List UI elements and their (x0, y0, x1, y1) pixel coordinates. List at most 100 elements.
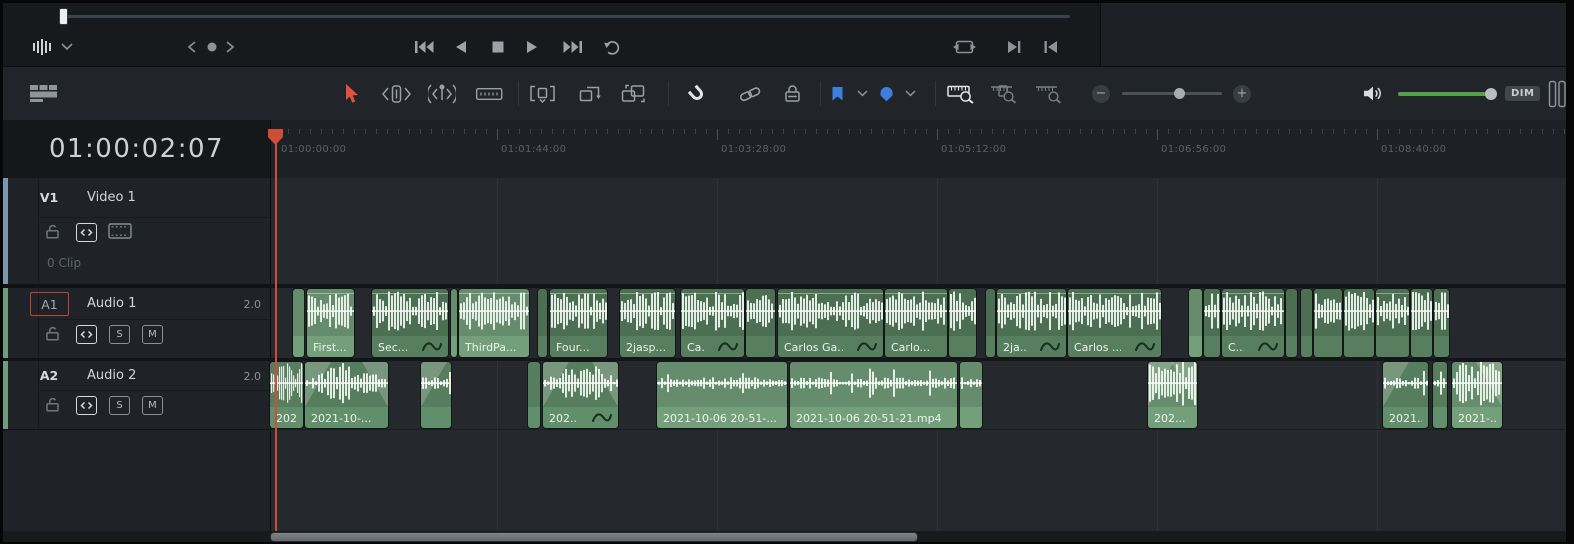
first-frame-icon[interactable] (415, 31, 434, 63)
track-id-a2[interactable]: A2 (30, 368, 68, 383)
track-id-a1-destination[interactable]: A1 (30, 292, 69, 316)
link-clips-icon[interactable] (739, 67, 761, 120)
audio-clip[interactable]: 2021... (1383, 362, 1428, 428)
play-icon[interactable] (526, 31, 538, 63)
dim-button[interactable]: DIM (1505, 67, 1540, 120)
track-header-audio2[interactable]: A2 Audio 2 2.0 S M (3, 361, 270, 430)
speaker-icon[interactable] (1363, 67, 1384, 120)
audio-clip[interactable]: 2jasp... (620, 289, 675, 357)
audio-clip[interactable]: C... (1222, 289, 1284, 357)
razor-icon[interactable] (476, 67, 503, 120)
horizontal-scrollbar-thumb[interactable] (270, 532, 918, 542)
auto-select-icon[interactable] (76, 325, 97, 344)
audio-clip[interactable] (1344, 289, 1374, 357)
replace-clip-icon[interactable] (621, 67, 646, 120)
zoom-full-extent-icon[interactable] (947, 67, 975, 120)
track-header-video1[interactable]: V1 Video 1 0 Clip (3, 178, 270, 288)
audio-clip[interactable]: 2021-10-06 20-51-... (657, 362, 787, 428)
mixer-icon[interactable] (1548, 67, 1567, 120)
auto-select-icon[interactable] (76, 223, 97, 242)
audio-clip[interactable]: Sec... (372, 289, 448, 357)
audio-clip[interactable]: First... (307, 289, 354, 357)
play-to-end-icon[interactable] (1007, 31, 1021, 63)
go-to-start-icon[interactable] (1044, 31, 1058, 63)
audio-clip[interactable]: Four... (550, 289, 607, 357)
audio-clip[interactable] (1433, 362, 1447, 428)
trim-edit-icon[interactable] (381, 67, 412, 120)
lock-icon[interactable] (45, 224, 60, 239)
frame-view-icon[interactable] (108, 223, 132, 239)
track-name-audio1[interactable]: Audio 1 (87, 296, 136, 311)
volume-slider-knob[interactable] (1485, 88, 1497, 100)
last-frame-icon[interactable] (563, 31, 582, 63)
audio-clip[interactable] (1411, 289, 1432, 357)
marker-icon[interactable] (879, 67, 894, 120)
loop-icon[interactable] (604, 31, 621, 63)
marker-chevron-down-icon[interactable] (905, 67, 916, 120)
audio-clip[interactable]: 2021-10-06 20-51-21.mp4 (790, 362, 957, 428)
chevron-down-icon[interactable] (61, 31, 73, 63)
audio-levels-icon[interactable] (33, 31, 55, 63)
auto-select-icon[interactable] (76, 396, 97, 415)
zoom-custom-icon[interactable] (1035, 67, 1063, 120)
audio-clip[interactable] (293, 289, 304, 357)
audio-clip[interactable]: ThirdPa... (459, 289, 529, 357)
mute-button[interactable]: M (142, 396, 163, 415)
audio-clip[interactable] (1314, 289, 1342, 357)
audio-clip[interactable]: Carlos Ga... (778, 289, 883, 357)
jog-dot-icon[interactable] (207, 31, 217, 63)
playhead[interactable] (275, 130, 277, 531)
position-lock-icon[interactable] (784, 67, 801, 120)
audio-clip[interactable] (986, 289, 995, 357)
zoom-in-button[interactable]: + (1233, 67, 1251, 120)
audio-clip[interactable] (1286, 289, 1297, 357)
audio-clip[interactable] (421, 362, 451, 428)
play-reverse-icon[interactable] (455, 31, 467, 63)
overwrite-clip-icon[interactable] (579, 67, 603, 120)
timeline-zoom-slider[interactable] (1122, 67, 1222, 120)
track-header-audio1[interactable]: A1 Audio 1 2.0 S M (3, 288, 270, 361)
lock-icon[interactable] (45, 326, 60, 341)
flag-icon[interactable] (831, 67, 844, 120)
audio1-lane[interactable]: First... Sec...ThirdPa... Four...2jasp... C… (270, 288, 1566, 358)
track-name-audio2[interactable]: Audio 2 (87, 368, 136, 383)
playhead-handle[interactable] (267, 129, 284, 146)
video1-lane[interactable] (270, 178, 1566, 288)
viewer-scrub-bar[interactable] (62, 15, 1070, 18)
audio-clip[interactable]: 2021-10-... (305, 362, 388, 428)
selection-arrow-icon[interactable] (344, 67, 360, 120)
track-id-v1[interactable]: V1 (30, 190, 68, 205)
stop-icon[interactable] (492, 31, 504, 63)
audio-clip[interactable]: 202... (1148, 362, 1197, 428)
audio-clip[interactable] (960, 362, 982, 428)
audio-clip[interactable] (528, 362, 540, 428)
zoom-slider-knob[interactable] (1174, 88, 1185, 99)
audio-clip[interactable]: 2021-... (1452, 362, 1502, 428)
audio-clip[interactable] (1301, 289, 1312, 357)
audio-clip[interactable] (451, 289, 457, 357)
timeline-scrollbar-track[interactable] (3, 531, 1566, 542)
audio-clip[interactable] (1189, 289, 1202, 357)
scrub-position-handle[interactable] (59, 8, 68, 25)
audio-clip[interactable] (746, 289, 775, 357)
audio-clip[interactable] (1376, 289, 1409, 357)
jog-left-icon[interactable] (188, 31, 196, 63)
timeline-view-icon[interactable] (30, 67, 57, 120)
audio-clip[interactable]: Carlos ... (1068, 289, 1161, 357)
audio-clip[interactable]: Carlo... (885, 289, 947, 357)
track-name-video1[interactable]: Video 1 (87, 190, 136, 205)
audio-clip[interactable] (1204, 289, 1220, 357)
audio-clip[interactable] (1434, 289, 1449, 357)
solo-button[interactable]: S (109, 396, 130, 415)
audio-clip[interactable]: 2ja... (997, 289, 1066, 357)
audio-clip[interactable]: 202... (543, 362, 618, 428)
zoom-out-button[interactable]: − (1092, 67, 1110, 120)
audio2-lane[interactable]: 202... 2021-10-... 202... 2021-10-06 20-51-… (270, 361, 1566, 430)
lock-icon[interactable] (45, 397, 60, 412)
timeline-ruler[interactable]: 01:00:00:0001:01:44:0001:03:28:0001:05:1… (270, 129, 1566, 178)
dynamic-trim-icon[interactable] (428, 67, 456, 120)
mute-button[interactable]: M (142, 325, 163, 344)
jog-right-icon[interactable] (226, 31, 234, 63)
audio-clip[interactable] (538, 289, 547, 357)
flag-chevron-down-icon[interactable] (857, 67, 868, 120)
